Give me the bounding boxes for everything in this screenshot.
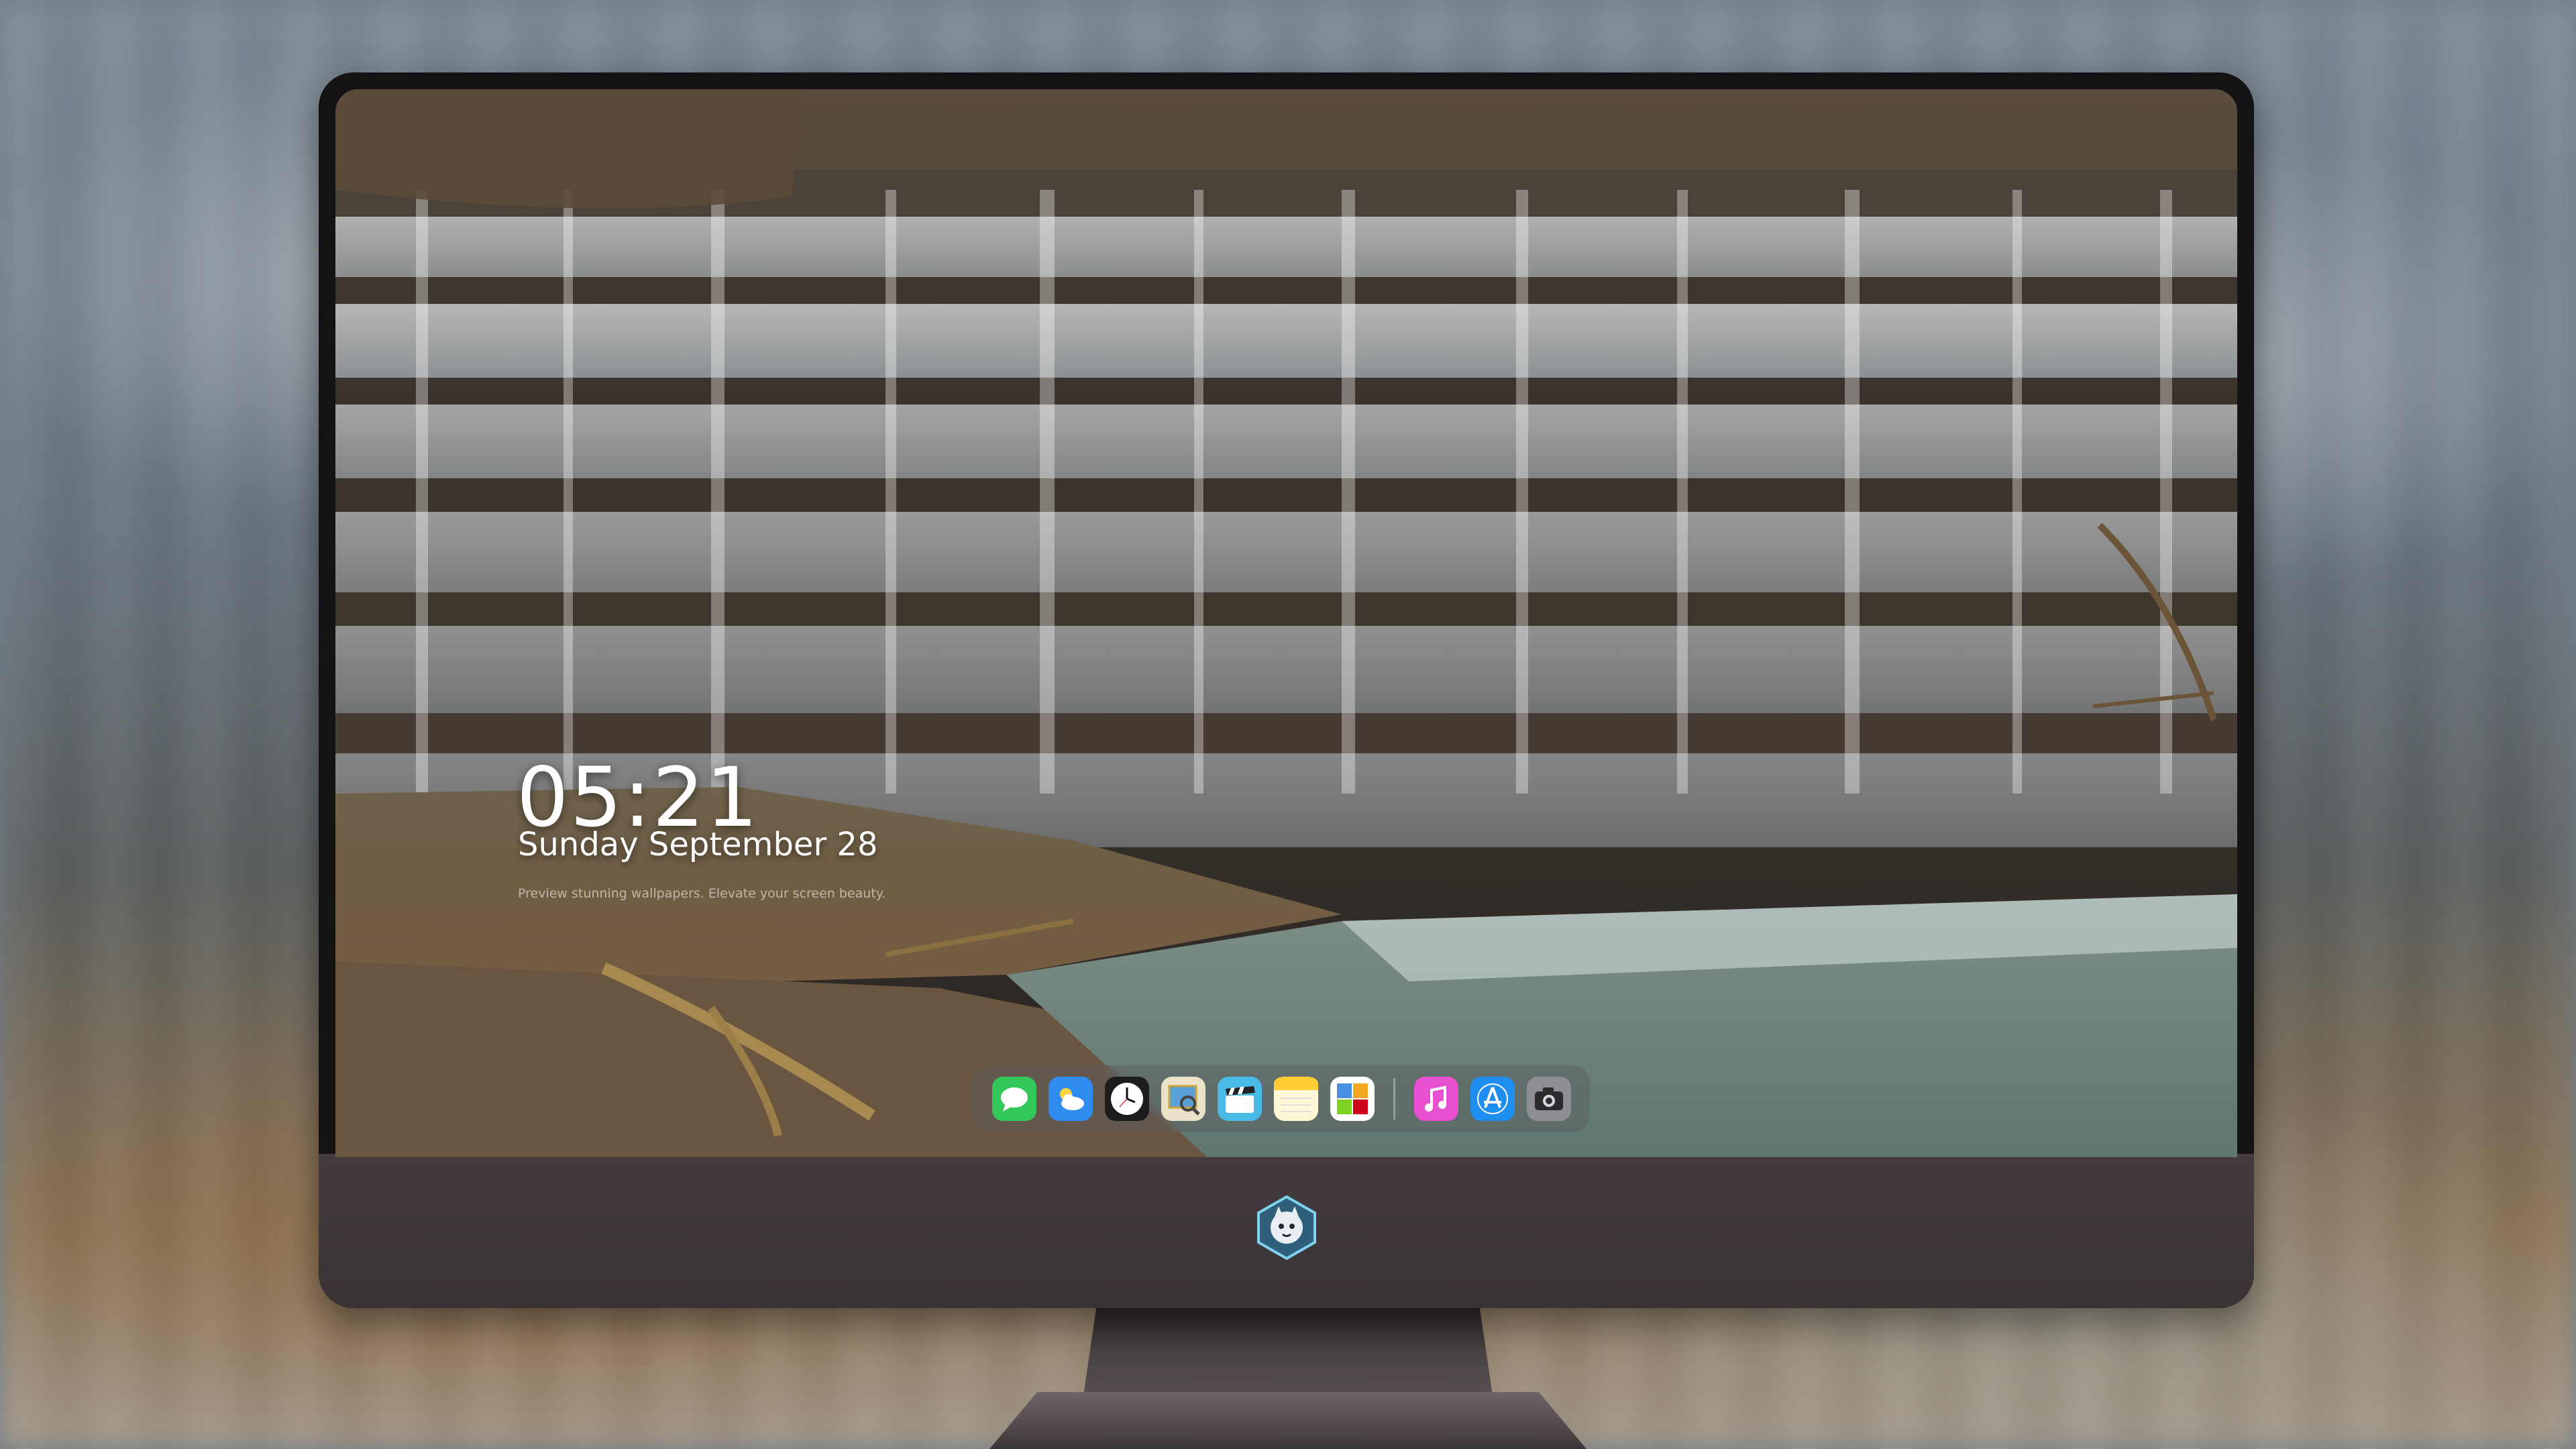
mascot-logo-icon <box>1256 1195 1316 1260</box>
dock-app-clock[interactable] <box>1104 1077 1149 1121</box>
clock-icon <box>1104 1077 1149 1121</box>
clapperboard-icon <box>1217 1077 1262 1121</box>
message-bubble-icon <box>991 1077 1036 1121</box>
camera-icon <box>1526 1077 1571 1121</box>
app-store-icon <box>1470 1077 1515 1121</box>
music-note-icon <box>1413 1077 1458 1121</box>
dock-app-notes[interactable] <box>1273 1077 1318 1121</box>
dock-app-preview[interactable] <box>1161 1077 1205 1121</box>
notes-icon <box>1273 1077 1318 1121</box>
wallpaper-caption: Preview stunning wallpapers. Elevate you… <box>518 886 886 901</box>
dock-app-messages[interactable] <box>991 1077 1036 1121</box>
waterfall-wallpaper <box>335 89 2237 1157</box>
monitor-stand-base <box>989 1392 1587 1449</box>
photo-grid-icon <box>1330 1077 1375 1121</box>
screen: 05:21 Sunday September 28 Preview stunni… <box>335 89 2237 1157</box>
magnifier-photo-icon <box>1161 1077 1205 1121</box>
monitor-chin <box>319 1154 2254 1308</box>
dock-separator <box>1393 1078 1395 1120</box>
dock-app-videos[interactable] <box>1217 1077 1262 1121</box>
dock-app-app-store[interactable] <box>1470 1077 1515 1121</box>
dock-app-music[interactable] <box>1413 1077 1458 1121</box>
dock-app-camera[interactable] <box>1526 1077 1571 1121</box>
cloud-icon <box>1048 1077 1093 1121</box>
dock <box>973 1065 1590 1132</box>
dock-app-weather[interactable] <box>1048 1077 1093 1121</box>
monitor: 05:21 Sunday September 28 Preview stunni… <box>319 72 2254 1308</box>
dock-app-photos[interactable] <box>1330 1077 1375 1121</box>
lockscreen-date: Sunday September 28 <box>518 826 878 863</box>
